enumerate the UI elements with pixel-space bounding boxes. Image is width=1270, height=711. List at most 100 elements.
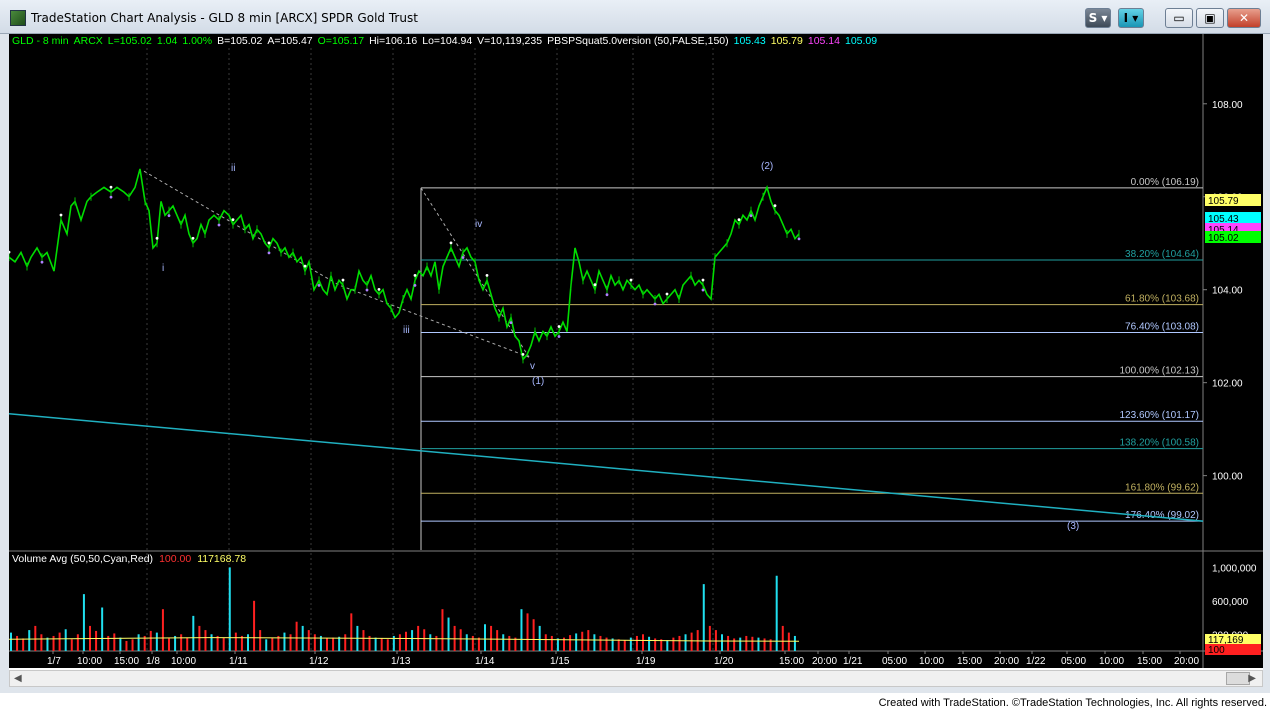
signal-dot (665, 292, 669, 296)
readout-field-8: Hi=106.16 (369, 35, 418, 47)
readout-field-7: O=105.17 (317, 35, 365, 47)
readout-field-3: 1.04 (156, 35, 178, 47)
fib-label-1: 38.20% (104.64) (1125, 249, 1199, 260)
fib-label-2: 61.80% (103.68) (1125, 294, 1199, 305)
readout-field-2: L=105.02 (107, 35, 152, 47)
window-frame-left (0, 34, 9, 690)
time-axis-label-4: 10:00 (171, 656, 196, 667)
signal-dot-low (797, 237, 801, 241)
wave-label-0: i (162, 263, 164, 274)
readout-field-12: 105.43 (733, 35, 766, 47)
fib-label-3: 76.40% (103.08) (1125, 321, 1199, 332)
trend-line (9, 413, 1204, 522)
symbol-readout: GLD - 8 min ARCX L=105.02 1.04 1.00% B=105.02… (12, 35, 882, 49)
close-button[interactable]: ✕ (1227, 8, 1261, 28)
fib-label-6: 138.20% (100.58) (1119, 438, 1199, 449)
signal-dot (303, 264, 307, 268)
signal-dot (413, 274, 417, 277)
price-axis-label-4: 100.00 (1212, 472, 1243, 483)
signal-dot (59, 213, 63, 217)
volume-readout-field-0: Volume Avg (50,50,Cyan,Red) (12, 553, 154, 565)
readout-field-15: 105.09 (845, 35, 878, 47)
signal-dot-low (413, 284, 417, 287)
signal-dot-low (461, 256, 465, 259)
signal-dot (701, 278, 705, 282)
price-tag-0: 105.79 (1208, 196, 1239, 207)
time-axis-label-12: 15:00 (779, 656, 804, 667)
signal-dot (449, 241, 453, 245)
signal-dot (773, 204, 777, 208)
volume-axis-label-0: 1,000,000 (1212, 563, 1257, 574)
signal-dot (557, 325, 561, 328)
s-menu-button[interactable]: S ▾ (1085, 8, 1111, 28)
readout-field-0: GLD - 8 min (12, 35, 69, 47)
signal-dot-low (167, 214, 171, 218)
signal-dot (341, 278, 345, 282)
volume-readout-field-1: 100.00 (159, 553, 192, 565)
fib-label-5: 123.60% (101.17) (1119, 410, 1199, 421)
readout-field-14: 105.14 (807, 35, 840, 47)
signal-dot (109, 185, 113, 189)
signal-dot-low (109, 195, 113, 199)
signal-dot-low (509, 321, 513, 324)
volume-axis-label-1: 600,000 (1212, 597, 1249, 608)
time-axis-label-6: 1/12 (309, 656, 329, 667)
price-axis-label-0: 108.00 (1212, 100, 1243, 111)
signal-dot-low (217, 223, 221, 227)
signal-dot-low (605, 293, 609, 297)
wave-label-1: ii (231, 163, 235, 174)
wave-label-4: v (530, 361, 535, 372)
volume-average-line (9, 637, 800, 642)
signal-dot (231, 218, 235, 222)
fib-label-4: 100.00% (102.13) (1119, 366, 1199, 377)
time-axis-label-9: 1/15 (550, 656, 570, 667)
time-axis-label-10: 1/19 (636, 656, 656, 667)
readout-field-1: ARCX (73, 35, 103, 47)
i-menu-button[interactable]: I ▾ (1118, 8, 1144, 28)
time-axis-label-7: 1/13 (391, 656, 411, 667)
title-bar: TradeStation Chart Analysis - GLD 8 min … (0, 0, 1270, 34)
time-axis-label-11: 1/20 (714, 656, 734, 667)
signal-dot (485, 274, 489, 277)
minimize-button[interactable]: ▭ (1165, 8, 1193, 28)
time-axis-label-22: 15:00 (1137, 656, 1162, 667)
time-axis-label-5: 1/11 (229, 656, 248, 667)
signal-dot-low (653, 302, 657, 306)
time-axis-label-18: 20:00 (994, 656, 1019, 667)
signal-dot (267, 241, 271, 245)
readout-field-5: B=105.02 (217, 35, 263, 47)
price-chart-svg[interactable]: 0.00% (106.19) 38.20% (104.64) 61.80% (103… (9, 34, 1263, 668)
signal-dot (155, 236, 159, 240)
time-axis-label-17: 15:00 (957, 656, 982, 667)
time-axis-label-14: 1/21 (843, 656, 863, 667)
wave-label-2: iii (403, 325, 410, 336)
scroll-thumb[interactable] (1226, 672, 1250, 685)
readout-field-6: A=105.47 (267, 35, 313, 47)
time-axis-label-16: 10:00 (919, 656, 944, 667)
signal-dot-low (557, 335, 561, 338)
chart-area[interactable]: 0.00% (106.19) 38.20% (104.64) 61.80% (103… (9, 34, 1263, 668)
maximize-button[interactable]: ▣ (1196, 8, 1224, 28)
time-axis-label-13: 20:00 (812, 656, 837, 667)
scroll-left-icon[interactable]: ◀ (14, 673, 22, 684)
time-axis-label-1: 10:00 (77, 656, 102, 667)
time-axis-label-3: 1/8 (146, 656, 160, 667)
signal-dot (9, 250, 11, 254)
signal-dot-low (365, 288, 369, 292)
scroll-right-icon[interactable]: ▶ (1248, 673, 1256, 684)
fib-label-0: 0.00% (106.19) (1131, 177, 1199, 188)
time-axis-label-0: 1/7 (47, 656, 61, 667)
signal-dot (377, 287, 381, 291)
wave-label-3: iv (475, 219, 482, 230)
horizontal-scrollbar[interactable]: ◀ ▶ (9, 670, 1263, 687)
readout-field-10: V=10,119,235 (477, 35, 543, 47)
readout-field-9: Lo=104.94 (422, 35, 473, 47)
window-frame-bottom (0, 687, 1270, 693)
signal-dot-low (749, 214, 753, 218)
wave-label-6: (2) (761, 161, 773, 172)
time-axis-label-8: 1/14 (475, 656, 495, 667)
time-axis-label-19: 1/22 (1026, 656, 1046, 667)
window-frame-right (1263, 34, 1270, 690)
readout-field-13: 105.79 (770, 35, 803, 47)
time-axis-label-21: 10:00 (1099, 656, 1124, 667)
